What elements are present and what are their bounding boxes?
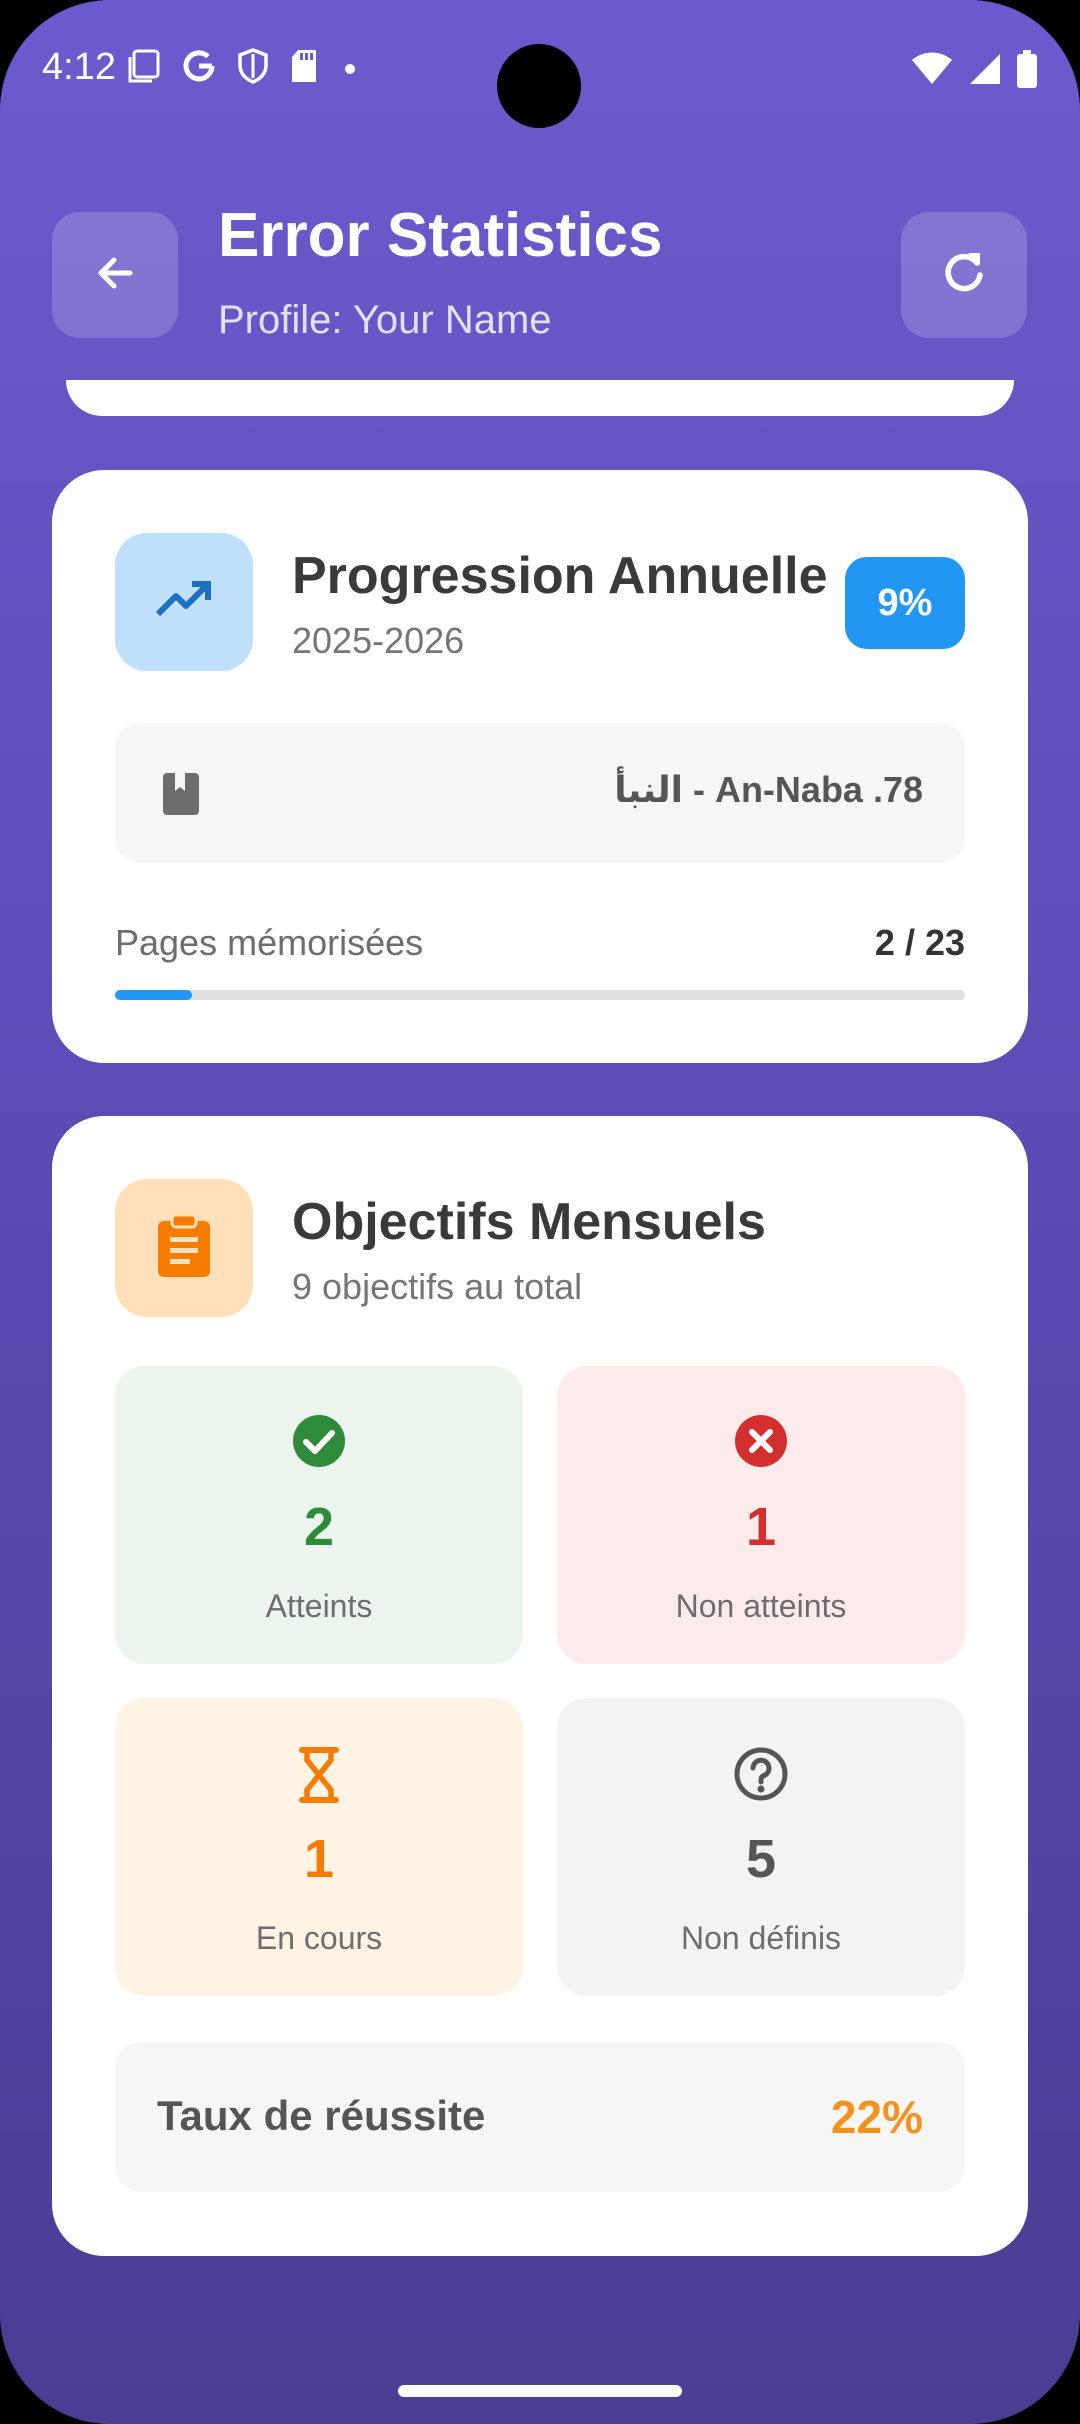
progression-percent-badge: 9%: [845, 557, 965, 649]
clipboard-icon: [154, 1213, 214, 1284]
dot-icon: [340, 49, 360, 83]
goals-missed-value: 1: [745, 1497, 777, 1557]
help-circle-icon: [733, 1746, 789, 1807]
screen: 4:12 Error Statistics Profile: Your Name…: [0, 0, 1080, 2424]
hourglass-icon: [298, 1746, 340, 1809]
progression-year: 2025-2026: [292, 620, 465, 661]
check-circle-icon: [292, 1414, 346, 1473]
progression-card: Progression Annuelle 2025-2026 9% النبأ …: [52, 470, 1028, 1063]
google-icon: [182, 49, 216, 83]
goals-undefined-tile[interactable]: 5 Non définis: [557, 1698, 965, 1996]
page-title: Error Statistics: [218, 201, 663, 270]
current-surah: النبأ - An-Naba .78: [614, 769, 923, 810]
previous-card-edge: [66, 380, 1014, 416]
signal-icon: [968, 52, 1002, 91]
goals-undefined-value: 5: [745, 1829, 777, 1889]
status-bar: 4:12: [0, 0, 1080, 140]
goals-reached-label: Atteints: [265, 1588, 373, 1624]
goals-title: Objectifs Mensuels: [292, 1193, 766, 1251]
pages-label: Pages mémorisées: [115, 922, 424, 963]
progression-title: Progression Annuelle: [292, 547, 828, 605]
monthly-goals-card: Objectifs Mensuels 9 objectifs au total …: [52, 1116, 1028, 2256]
battery-icon: [1016, 50, 1038, 93]
front-camera: [497, 44, 581, 128]
cancel-circle-icon: [734, 1414, 788, 1473]
progression-icon-box: [115, 533, 253, 671]
profile-subtitle: Profile: Your Name: [218, 298, 552, 342]
goals-reached-value: 2: [303, 1497, 335, 1557]
goals-missed-tile[interactable]: 1 Non atteints: [557, 1366, 965, 1664]
success-rate-label: Taux de réussite: [157, 2092, 486, 2139]
pages-progress-bar: [115, 990, 965, 1000]
success-rate-value: 22%: [830, 2091, 923, 2143]
goals-in-progress-label: En cours: [255, 1920, 383, 1956]
goals-in-progress-value: 1: [303, 1829, 335, 1889]
arrow-back-icon: [90, 248, 140, 303]
current-surah-row[interactable]: النبأ - An-Naba .78: [115, 723, 965, 863]
refresh-button[interactable]: [901, 212, 1027, 338]
wifi-icon: [910, 52, 954, 91]
goals-icon-box: [115, 1179, 253, 1317]
trending-up-icon: [152, 568, 216, 637]
pages-progress-fill: [115, 990, 192, 1000]
screenshot-icon: [128, 49, 160, 83]
book-icon: [161, 771, 201, 822]
goals-reached-tile[interactable]: 2 Atteints: [115, 1366, 523, 1664]
refresh-icon: [938, 247, 990, 304]
goals-in-progress-tile[interactable]: 1 En cours: [115, 1698, 523, 1996]
sd-card-icon: [290, 49, 318, 83]
pages-count: 2 / 23: [874, 922, 965, 963]
goals-undefined-label: Non définis: [680, 1920, 842, 1956]
home-indicator[interactable]: [398, 2385, 682, 2397]
shield-icon: [238, 48, 268, 84]
goals-total: 9 objectifs au total: [292, 1266, 583, 1307]
goals-missed-label: Non atteints: [675, 1588, 847, 1624]
status-time: 4:12: [42, 46, 116, 88]
back-button[interactable]: [52, 212, 178, 338]
success-rate-row: Taux de réussite 22%: [115, 2042, 965, 2192]
